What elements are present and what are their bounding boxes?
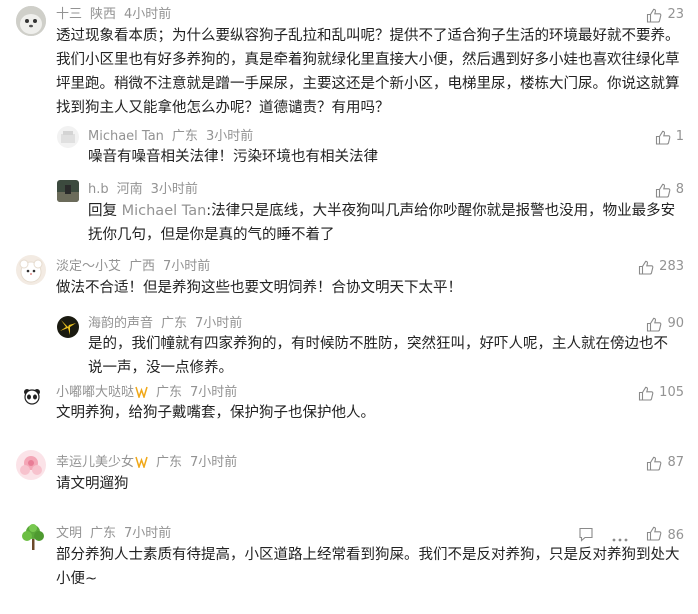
like-button[interactable]: 8 — [655, 182, 684, 198]
like-count: 86 — [667, 528, 684, 543]
location: 广东 — [156, 455, 183, 470]
mention-link[interactable]: Michael Tan — [122, 203, 207, 219]
location: 陕西 — [90, 7, 117, 22]
location: 广东 — [161, 316, 188, 331]
thumbs-up-icon — [638, 260, 654, 275]
avatar[interactable] — [16, 450, 46, 480]
like-count: 283 — [659, 259, 684, 274]
comment-meta: 文明 广东 7小时前 — [56, 526, 171, 542]
timestamp: 7小时前 — [163, 259, 211, 274]
location: 广东 — [156, 385, 183, 400]
thumbs-up-icon — [638, 386, 654, 401]
timestamp: 7小时前 — [124, 526, 172, 541]
comment-meta: 十三 陕西 4小时前 — [56, 7, 171, 23]
username[interactable]: h.b — [88, 182, 109, 197]
username[interactable]: 文明 — [56, 526, 82, 541]
reply-meta: h.b 河南 3小时前 — [88, 182, 198, 198]
timestamp: 3小时前 — [205, 129, 254, 144]
like-button[interactable]: 283 — [638, 259, 684, 275]
like-button[interactable]: 1 — [655, 129, 684, 145]
like-button[interactable]: 90 — [646, 316, 684, 332]
comment-text: 做法不合适！但是养狗这些也要文明饲养！合协文明天下太平！ — [56, 280, 462, 296]
thumbs-up-icon — [646, 8, 662, 23]
avatar[interactable] — [20, 523, 46, 551]
like-count: 90 — [667, 316, 684, 331]
like-button[interactable]: 87 — [646, 455, 684, 471]
comment-text: 部分养狗人士素质有待提高，小区道路上经常看到狗屎。我们不是反对养狗，只是反对养狗… — [56, 547, 680, 587]
avatar[interactable] — [22, 386, 42, 406]
comment-meta: 幸运儿美少女 广东 7小时前 — [56, 455, 237, 473]
username[interactable]: 幸运儿美少女 — [56, 455, 134, 470]
avatar[interactable] — [57, 126, 79, 148]
avatar[interactable] — [57, 316, 79, 338]
thumbs-up-icon — [646, 317, 662, 332]
reply-text: 噪音有噪音相关法律！污染环境也有相关法律 — [88, 149, 378, 165]
location: 广东 — [171, 129, 198, 144]
timestamp: 7小时前 — [190, 455, 238, 470]
thumbs-up-icon — [655, 183, 671, 198]
reply-meta: Michael Tan 广东 3小时前 — [88, 129, 253, 145]
comment-text: 文明养狗，给狗子戴嘴套，保护狗子也保护他人。 — [56, 405, 375, 421]
like-count: 23 — [667, 7, 684, 22]
timestamp: 3小时前 — [150, 182, 198, 197]
username[interactable]: Michael Tan — [88, 129, 164, 144]
username[interactable]: 海韵的声音 — [88, 316, 153, 331]
username[interactable]: 十三 — [56, 7, 82, 22]
comment-meta: 淡定～小艾 广西 7小时前 — [56, 259, 210, 275]
avatar[interactable] — [16, 255, 46, 285]
thumbs-up-icon — [646, 456, 662, 471]
location: 广西 — [129, 259, 156, 274]
vip-badge-icon — [135, 456, 148, 473]
like-count: 8 — [675, 182, 684, 197]
reply-prefix: 回复 — [88, 203, 117, 219]
reply-meta: 海韵的声音 广东 7小时前 — [88, 316, 242, 332]
like-count: 105 — [659, 385, 684, 400]
like-button[interactable]: 105 — [638, 385, 684, 401]
location: 河南 — [116, 182, 143, 197]
like-count: 1 — [675, 129, 684, 144]
comment-text: 透过现象看本质；为什么要纵容狗子乱拉和乱叫呢？提供不了适合狗子生活的环境最好就不… — [56, 28, 680, 116]
thumbs-up-icon — [655, 130, 671, 145]
timestamp: 7小时前 — [195, 316, 243, 331]
reply-text: 是的，我们幢就有四家养狗的，有时候防不胜防，突然狂叫，好吓人呢，主人就在傍边也不… — [88, 336, 668, 376]
like-count: 87 — [667, 455, 684, 470]
location: 广东 — [90, 526, 117, 541]
comment-text: 请文明遛狗 — [56, 476, 129, 492]
timestamp: 7小时前 — [190, 385, 238, 400]
username[interactable]: 淡定～小艾 — [56, 259, 121, 274]
avatar[interactable] — [57, 180, 79, 202]
username[interactable]: 小嘟嘟大哒哒 — [56, 385, 134, 400]
like-button[interactable]: 23 — [646, 7, 684, 23]
avatar[interactable] — [16, 6, 46, 36]
reply-text: 回复 Michael Tan:法律只是底线，大半夜狗叫几声给你吵醒你就是报警也没… — [88, 199, 680, 247]
timestamp: 4小时前 — [124, 7, 172, 22]
